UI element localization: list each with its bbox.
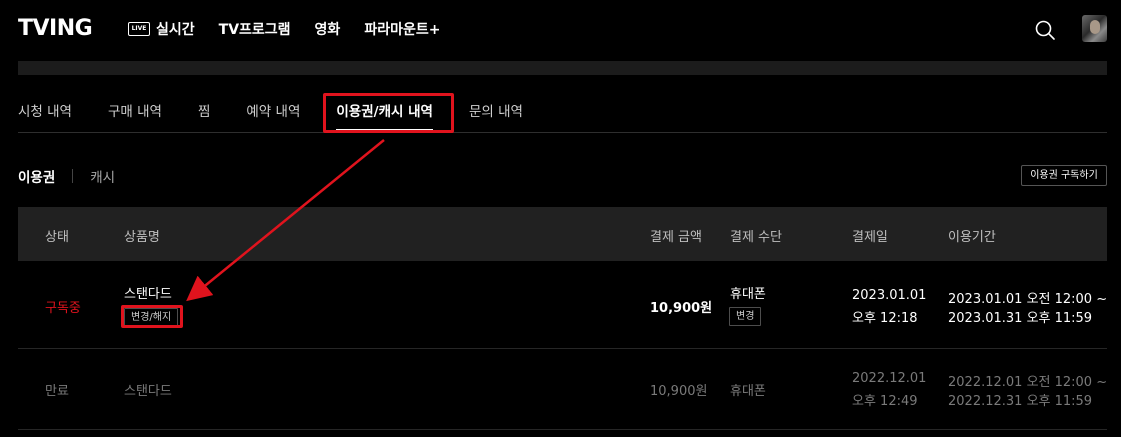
header-period: 이용기간 [948,230,996,245]
header-date: 결제일 [852,230,888,245]
history-tabs: 시청 내역 구매 내역 찜 예약 내역 이용권/캐시 내역 문의 내역 [18,100,559,131]
tab-wishlist[interactable]: 찜 [198,100,210,120]
main-nav: LIVE 실시간 TV프로그램 영화 파라마운트+ [128,19,464,39]
period-end: 2023.01.31 오후 11:59 [948,311,1093,326]
payment-date: 2023.01.01 [852,288,927,303]
live-tv-icon: LIVE [128,22,150,36]
header-method: 결제 수단 [730,230,782,245]
subtab-pass[interactable]: 이용권 [18,166,55,186]
payment-time: 오후 12:49 [852,394,918,409]
subscribe-pass-button[interactable]: 이용권 구독하기 [1021,165,1107,186]
avatar[interactable] [1082,15,1107,42]
period-start: 2023.01.01 오전 12:00 ~ [948,292,1108,307]
nav-live-label: 실시간 [156,22,195,38]
top-header: TVING LIVE 실시간 TV프로그램 영화 파라마운트+ [0,0,1121,60]
highlight-box-button [121,305,183,328]
header-amount: 결제 금액 [650,230,702,245]
tab-reservation[interactable]: 예약 내역 [246,100,300,120]
product-name: 스탠다드 [124,287,172,302]
sub-tabs: 이용권 캐시 [18,166,115,186]
product-name: 스탠다드 [124,384,172,399]
payment-amount: 10,900원 [650,384,708,399]
highlight-box-tab [323,93,454,133]
row-divider [18,429,1107,430]
payment-amount: 10,900원 [650,301,713,316]
tab-inquiry[interactable]: 문의 내역 [469,100,523,120]
subtab-separator [72,169,74,183]
payment-method: 휴대폰 [730,287,766,302]
change-method-button[interactable]: 변경 [729,307,762,326]
tab-purchase-history[interactable]: 구매 내역 [108,100,162,120]
payment-time: 오후 12:18 [852,311,918,326]
period-start: 2022.12.01 오전 12:00 ~ [948,375,1108,390]
period-end: 2022.12.31 오후 11:59 [948,394,1093,409]
avatar-face [1090,20,1100,34]
search-icon[interactable] [1034,19,1056,41]
header-status: 상태 [45,230,69,245]
tving-logo[interactable]: TVING [18,16,93,41]
nav-tv-program[interactable]: TV프로그램 [219,19,291,39]
nav-live[interactable]: LIVE 실시간 [128,19,195,39]
status-badge: 만료 [45,384,69,399]
status-badge: 구독중 [45,301,81,316]
top-banner-strip [18,61,1107,75]
subtab-cash[interactable]: 캐시 [90,166,115,186]
payment-date: 2022.12.01 [852,371,927,386]
nav-movie[interactable]: 영화 [315,19,341,39]
nav-paramount[interactable]: 파라마운트+ [364,19,440,39]
tab-watch-history[interactable]: 시청 내역 [18,100,72,120]
table-row: 만료 스탠다드 10,900원 휴대폰 2022.12.01 오후 12:49 … [18,349,1107,429]
tab-divider [18,132,1107,133]
header-product: 상품명 [124,230,160,245]
table-header: 상태 상품명 결제 금액 결제 수단 결제일 이용기간 [18,207,1107,261]
payment-method: 휴대폰 [730,384,766,399]
